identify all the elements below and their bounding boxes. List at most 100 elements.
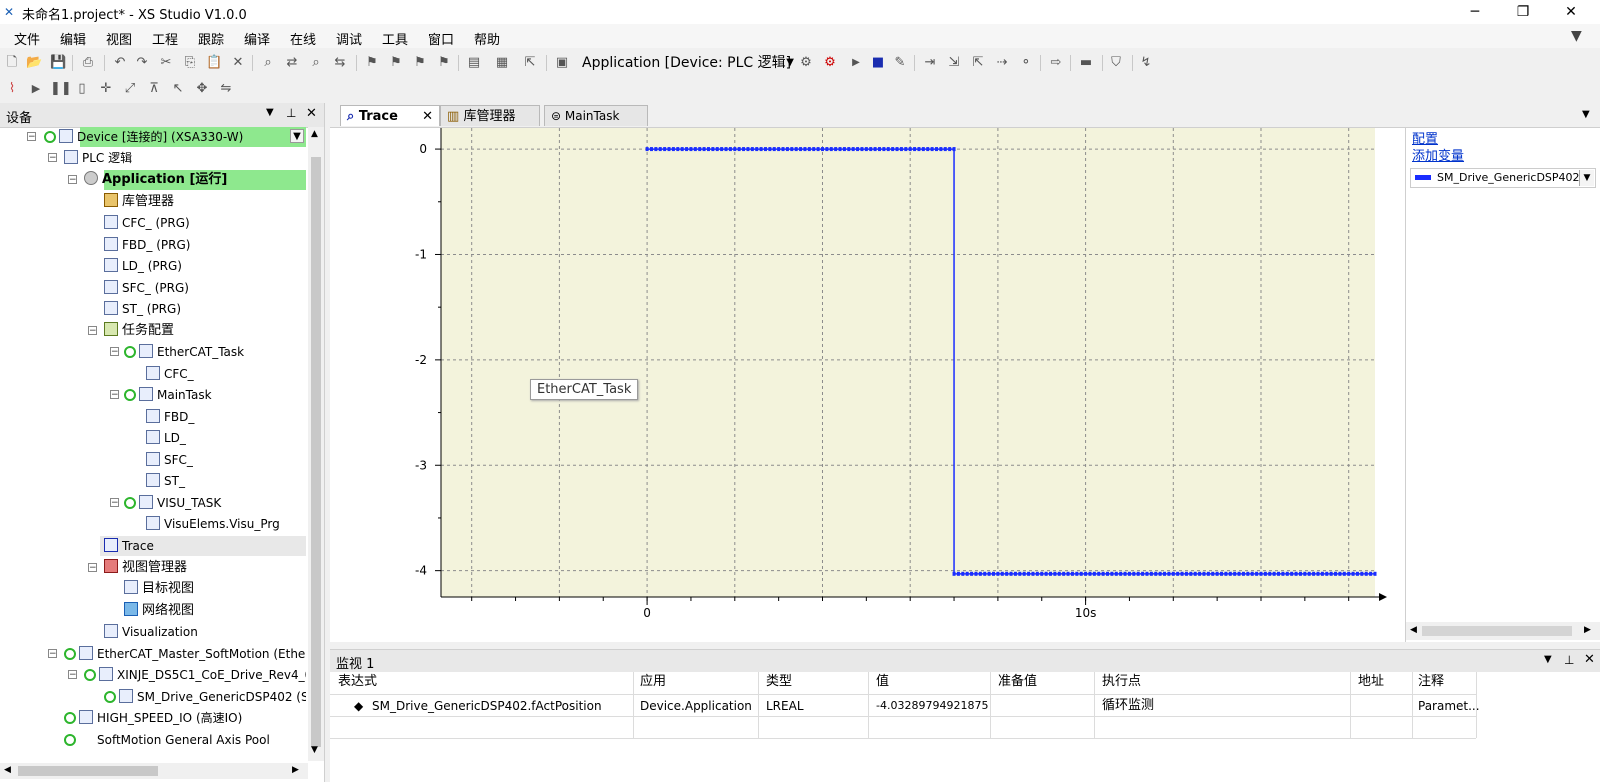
scroll-left-icon[interactable]: ◀ (1410, 625, 1417, 635)
scroll-thumb[interactable] (18, 766, 158, 776)
restore-button[interactable]: ❐ (1500, 0, 1546, 24)
tree-item-ethercat-task[interactable]: EtherCAT_Task (124, 342, 244, 362)
breakpoint-icon[interactable]: ⚬ (1018, 55, 1034, 71)
scroll-left-icon[interactable]: ◀ (4, 765, 11, 775)
cursor-icon[interactable]: ✛ (98, 81, 114, 97)
reset-view-icon[interactable]: ⇋ (218, 81, 234, 97)
menu-online[interactable]: 在线 (290, 29, 316, 48)
tree-item-sfc[interactable]: SFC_ (PRG) (104, 278, 189, 298)
view-options-icon[interactable]: ▦ (494, 55, 510, 71)
collapse-toggle[interactable]: − (110, 347, 119, 357)
menu-file[interactable]: 文件 (14, 29, 40, 48)
run-to-cursor-icon[interactable]: ⇢ (994, 55, 1010, 71)
tree-item-xinje-drive[interactable]: XINJE_DS5C1_CoE_Drive_Rev4_0 (X (84, 665, 306, 685)
collapse-toggle[interactable]: − (110, 498, 119, 508)
trace-start-icon[interactable]: ▶ (28, 81, 44, 97)
trace-stop-icon[interactable]: ▯ (74, 81, 90, 97)
collapse-toggle[interactable]: − (27, 132, 36, 142)
tree-item-high-speed-io[interactable]: HIGH_SPEED_IO (高速IO) (64, 708, 242, 728)
panel-menu-icon[interactable]: ▼ (1544, 654, 1552, 665)
force-values-icon[interactable]: ⛉ (1108, 55, 1124, 71)
step-out-icon[interactable]: ⇱ (970, 55, 986, 71)
scroll-right-icon[interactable]: ▶ (1584, 625, 1591, 635)
tree-item-web-visu[interactable]: 网络视图 (124, 601, 194, 621)
redo-icon[interactable]: ↷ (134, 55, 150, 71)
tree-item-axis-pool[interactable]: SoftMotion General Axis Pool (64, 730, 270, 750)
step-into-icon[interactable]: ⇲ (946, 55, 962, 71)
column-header-expression[interactable]: 表达式 (338, 672, 377, 692)
show-current-statement-icon[interactable]: ⇨ (1048, 55, 1064, 71)
menu-edit[interactable]: 编辑 (60, 29, 86, 48)
scroll-thumb[interactable] (311, 157, 321, 747)
bookmark-clear-icon[interactable]: ⚑ (436, 55, 452, 71)
delete-icon[interactable]: ✕ (230, 55, 246, 71)
paste-icon[interactable]: 📋 (206, 55, 222, 71)
menu-tools[interactable]: 工具 (382, 29, 408, 48)
tree-horizontal-scrollbar[interactable]: ◀ ▶ (0, 763, 308, 779)
menu-trace[interactable]: 跟踪 (198, 29, 224, 48)
column-header-value[interactable]: 值 (876, 672, 889, 692)
tree-item-device[interactable]: Device [连接的] (XSA330-W) (44, 127, 243, 147)
copy-icon[interactable]: ⎘ (182, 55, 198, 71)
replace-icon[interactable]: ⇄ (284, 55, 300, 71)
bookmark-prev-icon[interactable]: ⚑ (412, 55, 428, 71)
export-icon[interactable]: ⇱ (522, 55, 538, 71)
tree-item-sm-drive[interactable]: SM_Drive_GenericDSP402 (SM_ (104, 687, 306, 707)
find-icon[interactable]: ⌕ (260, 55, 276, 71)
tab-maintask[interactable]: ⊜ MainTask (544, 105, 648, 126)
tab-close-icon[interactable]: ✕ (422, 106, 433, 127)
unforce-icon[interactable]: ↯ (1138, 55, 1154, 71)
filter-icon[interactable]: ▼ (1571, 28, 1582, 44)
stop-icon[interactable]: ■ (870, 55, 886, 71)
tree-item-trace[interactable]: Trace (104, 536, 154, 556)
collapse-toggle[interactable]: − (88, 563, 97, 573)
tree-item-visu-prg-call[interactable]: VisuElems.Visu_Prg (146, 514, 280, 534)
new-file-icon[interactable]: 🗋 (4, 55, 20, 71)
scroll-thumb[interactable] (1422, 626, 1572, 636)
tree-item-visualization[interactable]: Visualization (104, 622, 198, 642)
save-icon[interactable]: 💾 (50, 55, 66, 71)
column-header-type[interactable]: 类型 (766, 672, 792, 692)
bookmark-icon[interactable]: ⚑ (364, 55, 380, 71)
menu-debug[interactable]: 调试 (336, 29, 362, 48)
scroll-up-icon[interactable]: ▲ (311, 129, 318, 139)
tree-item-plc-logic[interactable]: PLC 逻辑 (64, 148, 132, 168)
move-icon[interactable]: ✥ (194, 81, 210, 97)
reset-icon[interactable]: ✎ (892, 55, 908, 71)
tree-item-st-call[interactable]: ST_ (146, 471, 185, 491)
collapse-toggle[interactable]: − (88, 326, 97, 336)
trace-variable-entry[interactable]: SM_Drive_GenericDSP402.f ▼ (1410, 168, 1596, 188)
tree-item-fbd-call[interactable]: FBD_ (146, 407, 194, 427)
chevron-down-icon[interactable]: ▼ (1579, 170, 1594, 186)
config-horizontal-scrollbar[interactable]: ◀ ▶ (1406, 622, 1600, 640)
tree-item-cfc[interactable]: CFC_ (PRG) (104, 213, 190, 233)
column-header-execution-point[interactable]: 执行点 (1102, 672, 1141, 692)
close-button[interactable]: ✕ (1548, 0, 1594, 24)
collapse-toggle[interactable]: − (68, 670, 77, 680)
find-in-project-icon[interactable]: ⌕ (308, 55, 324, 71)
scroll-down-icon[interactable]: ▼ (311, 745, 318, 755)
tree-item-maintask[interactable]: MainTask (124, 385, 212, 405)
collapse-toggle[interactable]: − (48, 649, 57, 659)
active-application-select[interactable]: Application [Device: PLC 逻辑] ▼ (582, 53, 794, 73)
cross-reference-icon[interactable]: ⇆ (332, 55, 348, 71)
scroll-right-icon[interactable]: ▶ (292, 765, 299, 775)
menu-build[interactable]: 编译 (244, 29, 270, 48)
login-icon[interactable]: ⚙ (798, 55, 814, 71)
collapse-toggle[interactable]: − (48, 153, 57, 163)
tree-item-task-config[interactable]: 任务配置 (104, 321, 174, 341)
tree-item-cfc-call[interactable]: CFC_ (146, 364, 194, 384)
tab-library-manager[interactable]: ▥ 库管理器 (440, 105, 540, 126)
trace-pause-icon[interactable]: ❚❚ (50, 81, 72, 97)
tabs-overflow-icon[interactable]: ▼ (1582, 109, 1590, 120)
device-scan-icon[interactable]: ▣ (554, 55, 570, 71)
step-over-icon[interactable]: ⇥ (922, 55, 938, 71)
tree-item-library-manager[interactable]: 库管理器 (104, 192, 174, 212)
tree-item-visu-task[interactable]: VISU_TASK (124, 493, 221, 513)
tab-trace[interactable]: ⌕ Trace ✕ (340, 105, 440, 126)
column-header-address[interactable]: 地址 (1358, 672, 1384, 692)
collapse-toggle[interactable]: − (68, 175, 77, 185)
print-preview-icon[interactable]: ▤ (466, 55, 482, 71)
bookmark-next-icon[interactable]: ⚑ (388, 55, 404, 71)
tree-item-ld-call[interactable]: LD_ (146, 428, 186, 448)
